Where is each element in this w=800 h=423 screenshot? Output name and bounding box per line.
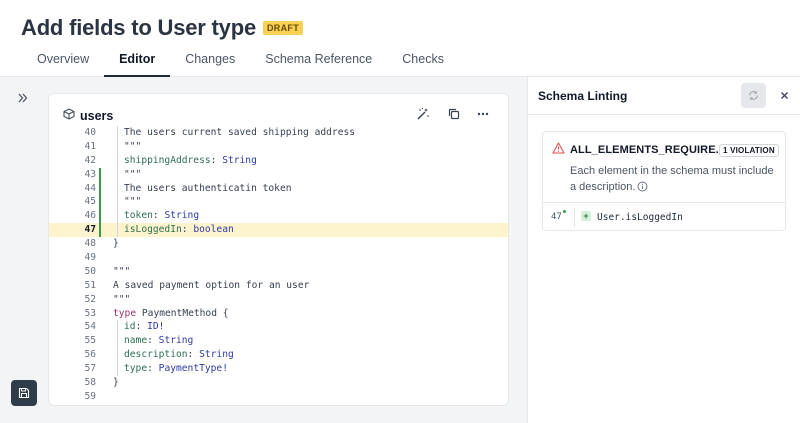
code-line-58: 58}	[84, 377, 119, 389]
lint-rule-name: ALL_ELEMENTS_REQUIRE...	[570, 144, 726, 156]
code-line-50: 50 """	[84, 265, 131, 277]
code-line-53: 53 type PaymentMethod {	[84, 307, 229, 319]
code-line-40: 40 The users current saved shipping addre…	[84, 126, 356, 140]
draft-badge: DRAFT	[263, 21, 303, 35]
magic-wand-icon[interactable]	[416, 107, 430, 121]
warning-icon	[552, 142, 565, 154]
lint-violation-card: ALL_ELEMENTS_REQUIRE... 1 VIOLATION Each…	[542, 131, 786, 231]
cube-icon	[63, 108, 75, 120]
tab-checks[interactable]: Checks	[387, 44, 459, 77]
code-line-44: 44 The users authenticatin token	[84, 181, 292, 196]
violation-count-badge: 1 VIOLATION	[719, 144, 779, 157]
code-line-56: 56 description: String	[84, 348, 234, 363]
row-divider	[574, 208, 575, 227]
code-line-47-highlighted: 47 isLoggedIn: boolean	[49, 223, 508, 238]
page-header: Add fields to User type DRAFT Overview E…	[0, 0, 800, 77]
code-line-42: 42 shippingAddress: String	[84, 153, 257, 168]
code-line-57: 57 type: PaymentType!	[84, 362, 228, 377]
refresh-button[interactable]	[741, 83, 766, 108]
more-icon[interactable]	[476, 107, 490, 121]
code-line-48: 48}	[84, 238, 119, 250]
code-line-45: 45 """	[84, 195, 142, 210]
lint-description-text: Each element in the schema must include …	[570, 165, 774, 193]
code-lines[interactable]: 40 The users current saved shipping addre…	[49, 126, 508, 404]
editor-workspace: users 40 The users current saved shipping…	[0, 77, 527, 423]
tab-changes[interactable]: Changes	[170, 44, 250, 77]
violation-row[interactable]: 47 + User.isLoggedIn	[543, 203, 785, 231]
file-name: users	[80, 109, 114, 123]
code-editor: users 40 The users current saved shipping…	[48, 93, 509, 406]
plus-icon: +	[581, 211, 591, 221]
tab-overview[interactable]: Overview	[22, 44, 104, 77]
code-line-43: 43 """	[84, 167, 142, 182]
lint-rule-summary: ALL_ELEMENTS_REQUIRE... 1 VIOLATION Each…	[543, 132, 785, 203]
editor-header: users	[49, 94, 508, 130]
code-line-59: 59	[84, 390, 96, 402]
lint-rule-description: Each element in the schema must include …	[570, 163, 775, 195]
floppy-disk-icon	[18, 387, 30, 399]
copy-icon[interactable]	[447, 107, 461, 121]
code-line-55: 55 name: String	[84, 334, 194, 349]
save-button[interactable]	[11, 380, 37, 406]
page-title: Add fields to User type	[21, 15, 256, 40]
violation-code: User.isLoggedIn	[597, 212, 683, 223]
code-line-46: 46 token: String	[84, 209, 200, 224]
code-line-54: 54 id: ID!	[84, 320, 165, 335]
double-chevron-right-icon	[18, 93, 28, 103]
panel-title: Schema Linting	[538, 89, 628, 103]
code-line-49: 49	[84, 252, 96, 264]
refresh-icon	[749, 91, 758, 100]
tab-bar: Overview Editor Changes Schema Reference…	[22, 44, 459, 77]
code-line-52: 52 """	[84, 293, 131, 305]
title-row: Add fields to User type DRAFT	[21, 15, 303, 41]
close-panel-button[interactable]	[780, 88, 789, 103]
info-icon[interactable]	[637, 181, 648, 192]
code-line-51: 51 A saved payment option for an user	[84, 279, 310, 291]
tab-editor[interactable]: Editor	[104, 44, 171, 77]
expand-sidebar-button[interactable]	[18, 91, 28, 106]
violation-line-number: 47	[551, 212, 562, 222]
changed-dot-icon	[563, 210, 566, 213]
tab-schema-reference[interactable]: Schema Reference	[250, 44, 387, 77]
panel-header: Schema Linting	[528, 77, 800, 115]
schema-linting-panel: Schema Linting ALL_ELEMENTS_REQUIRE... 1…	[527, 77, 800, 423]
code-line-41: 41 """	[84, 139, 142, 154]
close-icon	[781, 92, 788, 99]
